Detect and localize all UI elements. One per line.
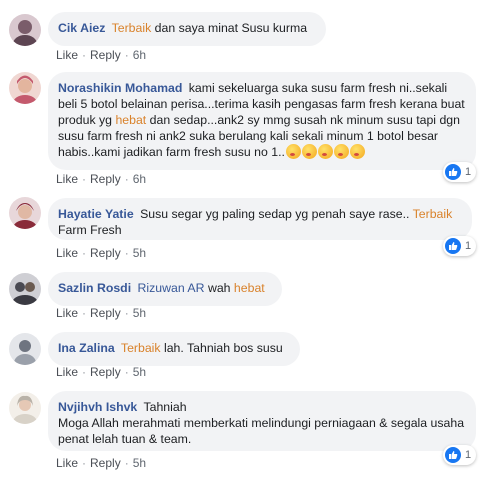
- comment-bubble: Ina Zalina Terbaik lah. Tahniah bos susu: [48, 332, 300, 366]
- like-reaction-icon: [445, 447, 461, 463]
- like-reaction-icon: [445, 238, 461, 254]
- reaction-count[interactable]: 1: [443, 236, 477, 256]
- comment-actions: Like · Reply · 5h: [56, 246, 147, 260]
- comment-actions: Like · Reply · 5h: [56, 306, 147, 320]
- emoji-icon: [349, 144, 365, 159]
- reply-button[interactable]: Reply: [90, 456, 121, 470]
- emoji-icon: [317, 144, 333, 159]
- comment-author[interactable]: Hayatie Yatie: [58, 207, 134, 221]
- comment-tag[interactable]: Terbaik: [413, 207, 453, 221]
- avatar[interactable]: [9, 72, 41, 104]
- emoji-icon: [285, 144, 301, 159]
- reply-button[interactable]: Reply: [90, 246, 121, 260]
- like-reaction-icon: [445, 164, 461, 180]
- comment-bubble: Nvjihvh Ishvk Tahniah Moga Allah merahma…: [48, 391, 476, 451]
- comment-text: lah. Tahniah bos susu: [163, 341, 283, 355]
- comment-author[interactable]: Nvjihvh Ishvk: [58, 400, 137, 414]
- avatar[interactable]: [9, 14, 41, 46]
- avatar[interactable]: [9, 273, 41, 305]
- reaction-count[interactable]: 1: [443, 445, 477, 465]
- comment-time[interactable]: 6h: [133, 172, 146, 186]
- avatar[interactable]: [9, 197, 41, 229]
- comment-text: Farm Fresh: [58, 223, 122, 237]
- reply-button[interactable]: Reply: [90, 48, 121, 62]
- comment-actions: Like · Reply · 5h: [56, 456, 147, 470]
- comment-bubble: Sazlin Rosdi Rizuwan AR wah hebat: [48, 272, 282, 306]
- comment-actions: Like · Reply · 6h: [56, 172, 147, 186]
- comment-tag[interactable]: Terbaik: [121, 341, 161, 355]
- comment-time[interactable]: 6h: [133, 48, 146, 62]
- comment-text: Susu segar yg paling sedap yg penah saye…: [140, 207, 410, 221]
- emoji-icon: [301, 144, 317, 159]
- comment-bubble: Cik Aiez Terbaik dan saya minat Susu kur…: [48, 12, 326, 46]
- comment-time[interactable]: 5h: [133, 456, 146, 470]
- comment-tag[interactable]: hebat: [115, 113, 146, 127]
- comment-time[interactable]: 5h: [133, 306, 146, 320]
- comment-author[interactable]: Cik Aiez: [58, 21, 105, 35]
- comment-time[interactable]: 5h: [133, 365, 146, 379]
- avatar[interactable]: [9, 392, 41, 424]
- reply-button[interactable]: Reply: [90, 306, 121, 320]
- comment-actions: Like · Reply · 5h: [56, 365, 147, 379]
- comment-text: wah: [207, 281, 231, 295]
- like-button[interactable]: Like: [56, 48, 78, 62]
- reply-button[interactable]: Reply: [90, 365, 121, 379]
- comment-tag[interactable]: hebat: [234, 281, 265, 295]
- comment-bubble: Norashikin Mohamad kami sekeluarga suka …: [48, 72, 476, 170]
- comment-author[interactable]: Ina Zalina: [58, 341, 115, 355]
- like-button[interactable]: Like: [56, 246, 78, 260]
- comment-mention[interactable]: Rizuwan AR: [138, 281, 205, 295]
- comment-bubble: Hayatie Yatie Susu segar yg paling sedap…: [48, 198, 472, 240]
- reaction-count[interactable]: 1: [443, 162, 477, 182]
- comment-author[interactable]: Sazlin Rosdi: [58, 281, 131, 295]
- avatar[interactable]: [9, 333, 41, 365]
- like-button[interactable]: Like: [56, 172, 78, 186]
- reply-button[interactable]: Reply: [90, 172, 121, 186]
- emoji-icon: [333, 144, 349, 159]
- comment-author[interactable]: Norashikin Mohamad: [58, 81, 182, 95]
- comment-actions: Like · Reply · 6h: [56, 48, 147, 62]
- comment-text: Tahniah: [143, 400, 187, 414]
- like-button[interactable]: Like: [56, 306, 78, 320]
- comment-text: Moga Allah merahmati memberkati melindun…: [58, 416, 465, 446]
- like-button[interactable]: Like: [56, 456, 78, 470]
- like-button[interactable]: Like: [56, 365, 78, 379]
- comment-text: dan saya minat Susu kurma: [154, 21, 308, 35]
- comment-time[interactable]: 5h: [133, 246, 146, 260]
- comment-tag[interactable]: Terbaik: [112, 21, 152, 35]
